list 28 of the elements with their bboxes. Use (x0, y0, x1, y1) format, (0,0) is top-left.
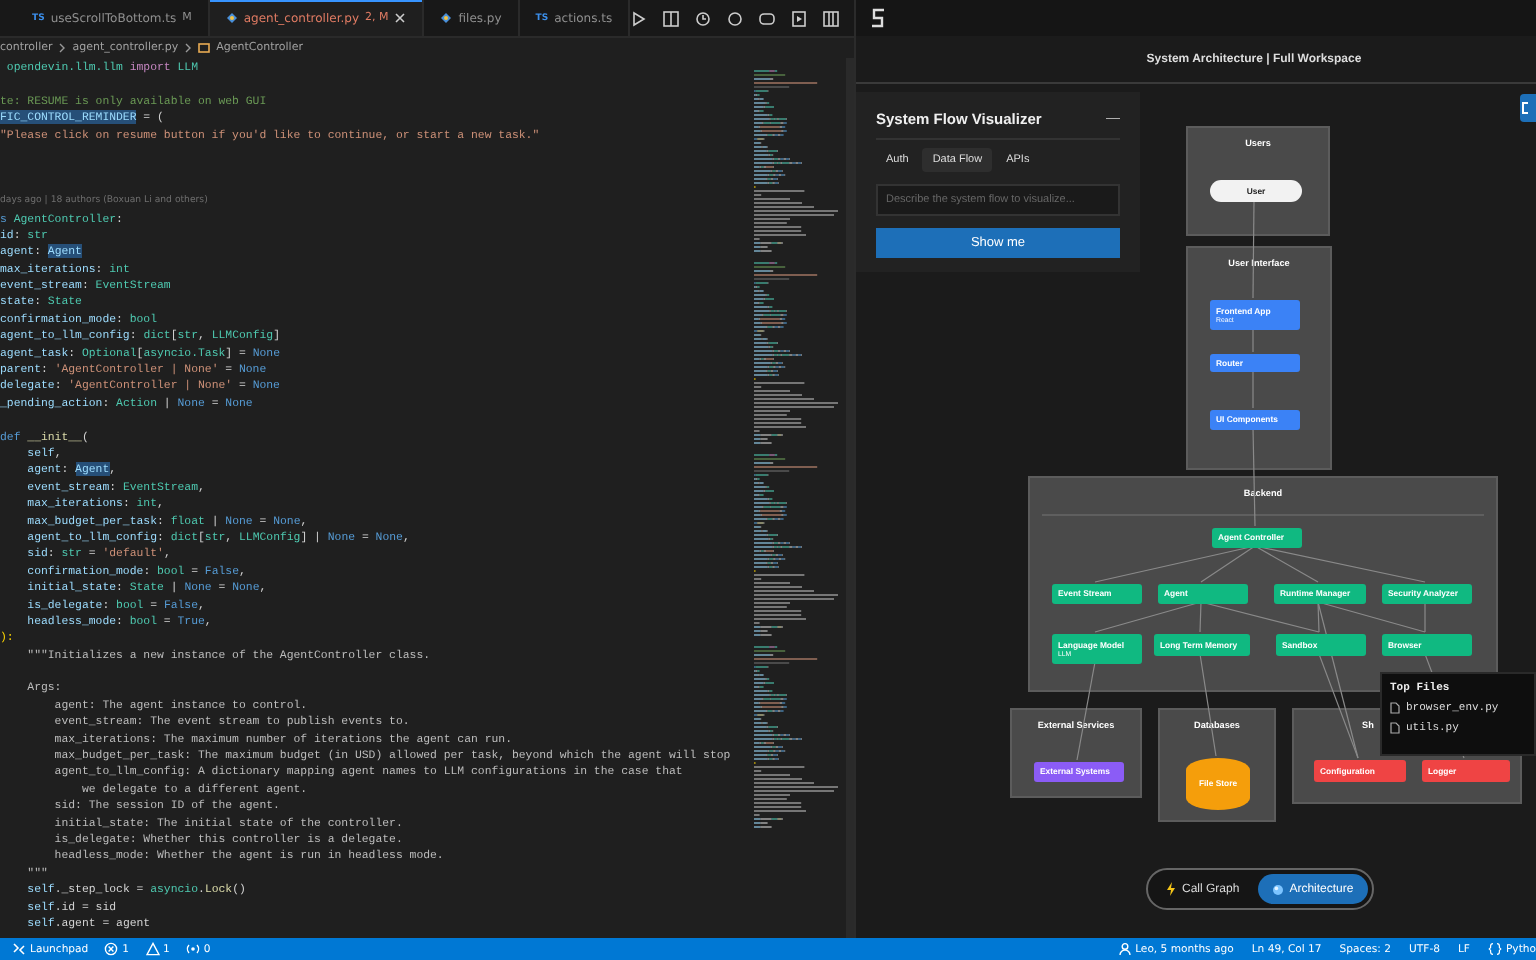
circle-icon[interactable] (726, 9, 745, 27)
side-panel-button[interactable] (1520, 94, 1536, 122)
orb-icon (1271, 883, 1284, 895)
preview-icon[interactable] (790, 9, 809, 27)
chevron-icon (58, 42, 67, 54)
class-symbol-icon (198, 42, 211, 54)
connector-line (1252, 427, 1256, 527)
warning-icon (145, 942, 160, 956)
logo-icon (868, 6, 888, 30)
connector-line (1252, 369, 1254, 409)
lightning-icon (1166, 882, 1176, 896)
bracket-icon (1520, 100, 1530, 116)
run-icon[interactable] (630, 9, 649, 27)
error-icon (104, 942, 119, 956)
remote-icon (12, 942, 26, 956)
connector-line (1252, 327, 1254, 353)
layout-icon[interactable] (822, 9, 841, 27)
history-icon[interactable] (694, 9, 713, 27)
chevron-icon (184, 42, 193, 54)
connector-line (1252, 199, 1255, 299)
diff-icon[interactable] (758, 9, 777, 27)
antenna-icon (185, 942, 200, 956)
braces-icon (1487, 942, 1502, 956)
person-icon (1117, 942, 1132, 956)
split-editor-icon[interactable] (662, 9, 681, 27)
file-icon (440, 12, 453, 24)
file-icon (225, 12, 238, 24)
close-icon[interactable] (394, 12, 407, 24)
